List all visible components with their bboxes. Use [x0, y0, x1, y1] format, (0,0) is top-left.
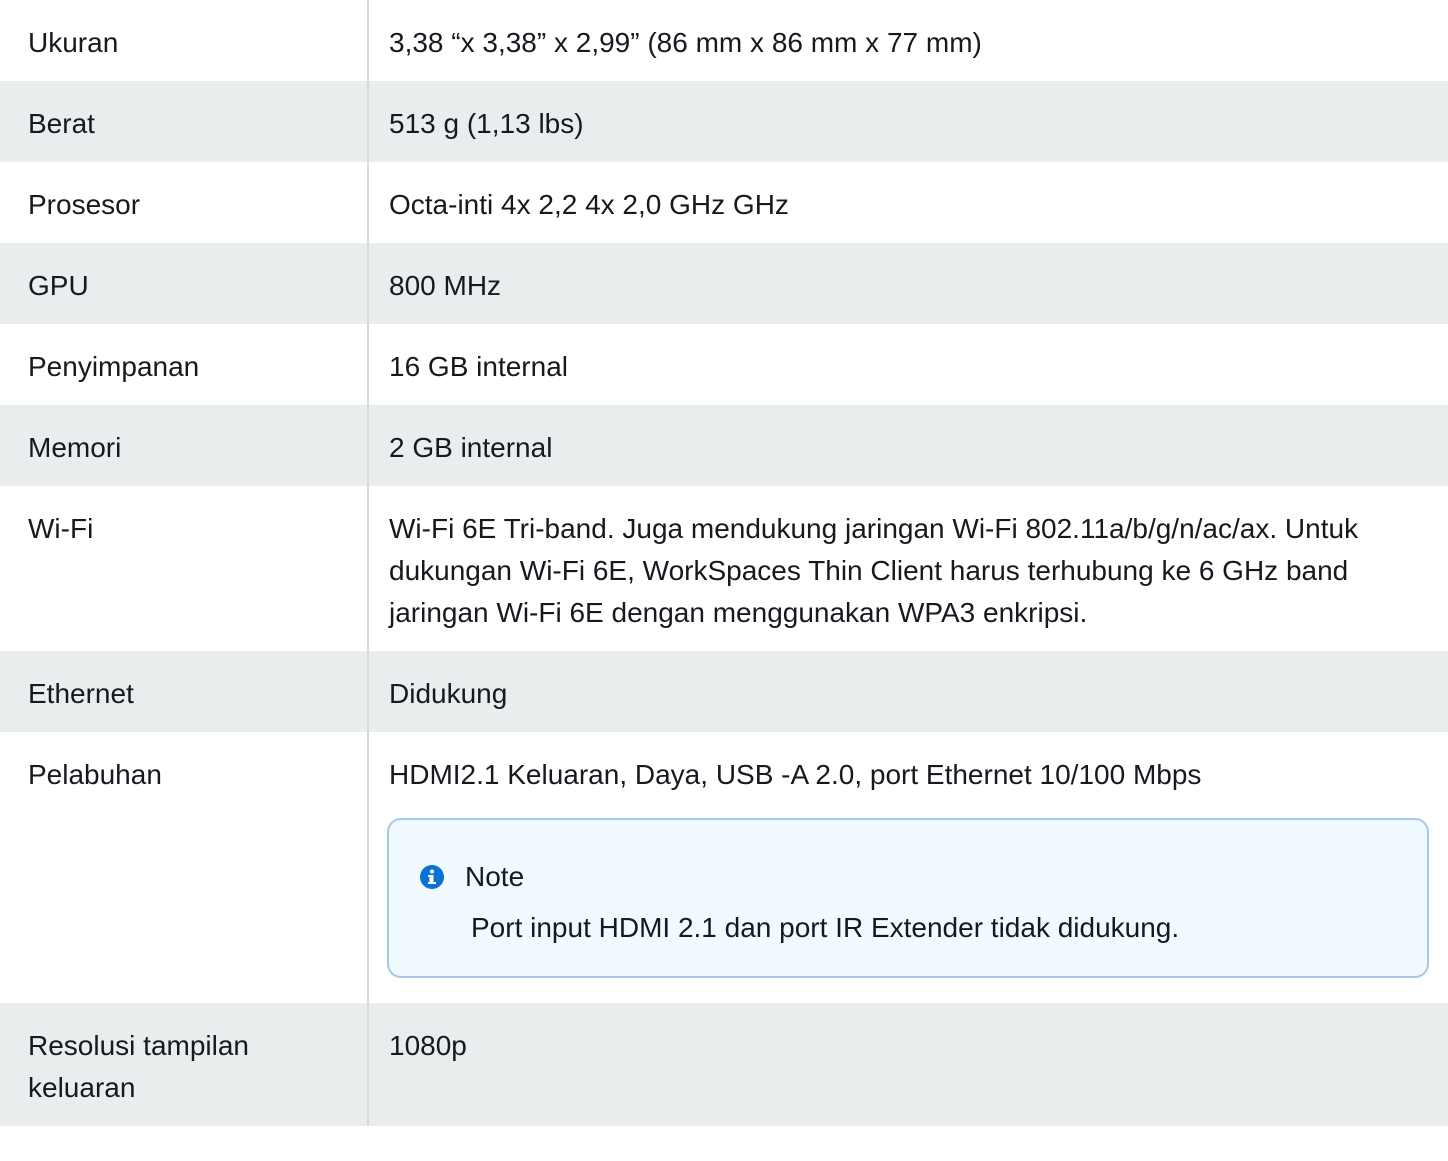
spec-value: 800 MHz — [368, 243, 1448, 324]
note-title: Note — [465, 861, 525, 892]
table-row: Wi-Fi Wi-Fi 6E Tri-band. Juga mendukung … — [0, 486, 1448, 651]
spec-value: Didukung — [368, 651, 1448, 732]
note-header: Note — [419, 856, 1397, 898]
table-row: Ukuran 3,38 “x 3,38” x 2,99” (86 mm x 86… — [0, 0, 1448, 81]
table-row: Memori 2 GB internal — [0, 405, 1448, 486]
spec-label: GPU — [0, 243, 369, 324]
spec-value: 16 GB internal — [389, 351, 568, 382]
spec-label: Wi-Fi — [0, 486, 369, 651]
spec-value-with-note: HDMI2.1 Keluaran, Daya, USB -A 2.0, port… — [368, 732, 1448, 1003]
spec-label: Resolusi tampilan keluaran — [0, 1003, 369, 1126]
info-icon — [420, 865, 444, 889]
spec-label: Ethernet — [0, 651, 369, 732]
table-row: Penyimpanan 16 GB internal — [0, 324, 1448, 405]
spec-label: Ukuran — [0, 0, 369, 81]
spec-label: Pelabuhan — [0, 732, 369, 1003]
spec-value: 2 GB internal — [368, 405, 1448, 486]
spec-label: Penyimpanan — [0, 324, 369, 405]
table-row: Berat 513 g (1,13 lbs) — [0, 81, 1448, 162]
note-text: Port input HDMI 2.1 dan port IR Extender… — [471, 912, 1180, 943]
spec-value: 3,38 “x 3,38” x 2,99” (86 mm x 86 mm x 7… — [389, 27, 982, 58]
spec-value: 1080p — [368, 1003, 1448, 1126]
spec-value: HDMI2.1 Keluaran, Daya, USB -A 2.0, port… — [389, 759, 1202, 790]
spec-label: Memori — [0, 405, 369, 486]
table-row: Prosesor Octa-inti 4x 2,2 4x 2,0 GHz GHz — [0, 162, 1448, 243]
spec-label: Prosesor — [0, 162, 369, 243]
table-row: GPU 800 MHz — [0, 243, 1448, 324]
spec-value: 513 g (1,13 lbs) — [368, 81, 1448, 162]
note-callout: Note Port input HDMI 2.1 dan port IR Ext… — [387, 818, 1429, 978]
spec-value: Octa-inti 4x 2,2 4x 2,0 GHz GHz — [389, 189, 789, 220]
table-row: Pelabuhan HDMI2.1 Keluaran, Daya, USB -A… — [0, 732, 1448, 1003]
spec-label: Berat — [0, 81, 369, 162]
specifications-table: Ukuran 3,38 “x 3,38” x 2,99” (86 mm x 86… — [0, 0, 1448, 1126]
table-row: Resolusi tampilan keluaran 1080p — [0, 1003, 1448, 1126]
table-row: Ethernet Didukung — [0, 651, 1448, 732]
spec-value: Wi-Fi 6E Tri-band. Juga mendukung jaring… — [389, 513, 1359, 628]
